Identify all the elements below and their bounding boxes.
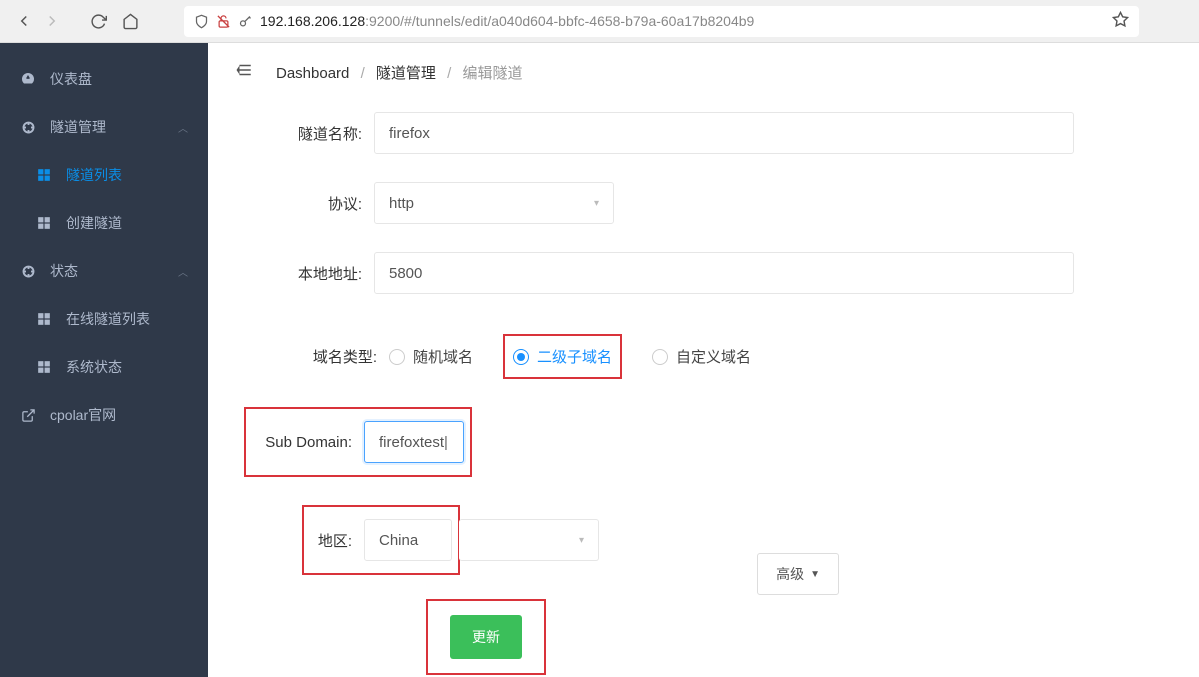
shield-icon bbox=[194, 14, 209, 29]
advanced-button[interactable]: 高级 ▼ bbox=[757, 553, 839, 595]
caret-down-icon: ▼ bbox=[810, 569, 820, 580]
chevron-up-icon: ︿ bbox=[178, 120, 188, 135]
back-button[interactable] bbox=[10, 7, 38, 35]
lock-slash-icon bbox=[216, 14, 231, 29]
update-button[interactable]: 更新 bbox=[450, 615, 522, 659]
region-value: China bbox=[364, 519, 452, 561]
grid-icon bbox=[36, 312, 52, 326]
radio-random[interactable]: 随机域名 bbox=[389, 346, 473, 367]
browser-chrome: 192.168.206.128:9200/#/tunnels/edit/a040… bbox=[0, 0, 1199, 43]
forward-button[interactable] bbox=[38, 7, 66, 35]
label-local-addr: 本地地址: bbox=[234, 263, 374, 284]
grid-icon bbox=[36, 216, 52, 230]
label-region: 地区: bbox=[310, 530, 364, 551]
menu-toggle-icon[interactable] bbox=[234, 61, 254, 84]
external-link-icon bbox=[20, 408, 36, 423]
sidebar-item-label: 状态 bbox=[50, 261, 78, 281]
sidebar-cpolar-link[interactable]: cpolar官网 bbox=[0, 391, 208, 439]
sidebar-item-label: 创建隧道 bbox=[66, 213, 122, 233]
radio-subdomain[interactable]: 二级子域名 bbox=[513, 346, 612, 367]
sidebar-tunnel-mgmt[interactable]: 隧道管理 ︿ bbox=[0, 103, 208, 151]
domain-type-radio-group: 随机域名 二级子域名 自定义域名 bbox=[389, 334, 751, 379]
sidebar-sys-status[interactable]: 系统状态 bbox=[0, 343, 208, 391]
protocol-value: http bbox=[389, 195, 414, 212]
circle-icon bbox=[20, 264, 36, 279]
chevron-up-icon: ︿ bbox=[178, 264, 188, 279]
grid-icon bbox=[36, 360, 52, 374]
bookmark-star-icon[interactable] bbox=[1112, 11, 1129, 31]
sidebar-online-list[interactable]: 在线隧道列表 bbox=[0, 295, 208, 343]
protocol-select[interactable]: http ▾ bbox=[374, 182, 614, 224]
crumb-dashboard[interactable]: Dashboard bbox=[276, 65, 349, 82]
sidebar-item-label: 仪表盘 bbox=[50, 69, 92, 89]
radio-custom[interactable]: 自定义域名 bbox=[652, 346, 751, 367]
grid-icon bbox=[36, 168, 52, 182]
local-addr-input[interactable] bbox=[374, 252, 1074, 294]
url-bar[interactable]: 192.168.206.128:9200/#/tunnels/edit/a040… bbox=[184, 6, 1139, 37]
gauge-icon bbox=[20, 71, 36, 87]
sidebar-dashboard[interactable]: 仪表盘 bbox=[0, 55, 208, 103]
url-text: 192.168.206.128:9200/#/tunnels/edit/a040… bbox=[260, 13, 754, 29]
key-icon bbox=[238, 14, 253, 29]
sidebar-item-label: 在线隧道列表 bbox=[66, 309, 150, 329]
sidebar-status[interactable]: 状态 ︿ bbox=[0, 247, 208, 295]
subdomain-input[interactable]: firefoxtest bbox=[364, 421, 464, 463]
region-select[interactable]: ▾ bbox=[459, 519, 599, 561]
tunnel-name-input[interactable] bbox=[374, 112, 1074, 154]
sidebar-tunnel-list[interactable]: 隧道列表 bbox=[0, 151, 208, 199]
sidebar-item-label: 隧道管理 bbox=[50, 117, 106, 137]
sidebar: 仪表盘 隧道管理 ︿ 隧道列表 创建隧道 状态 ︿ 在线隧道列表 系统状态 bbox=[0, 43, 208, 677]
crumb-tunnel-mgmt[interactable]: 隧道管理 bbox=[376, 65, 436, 82]
chevron-down-icon: ▾ bbox=[594, 198, 599, 209]
label-domain-type: 域名类型: bbox=[234, 346, 389, 367]
sidebar-item-label: 隧道列表 bbox=[66, 165, 122, 185]
crumb-current: 编辑隧道 bbox=[462, 65, 522, 82]
label-protocol: 协议: bbox=[234, 193, 374, 214]
sidebar-tunnel-create[interactable]: 创建隧道 bbox=[0, 199, 208, 247]
breadcrumb: Dashboard / 隧道管理 / 编辑隧道 bbox=[276, 62, 522, 83]
reload-button[interactable] bbox=[84, 7, 112, 35]
sidebar-item-label: cpolar官网 bbox=[50, 405, 116, 425]
chevron-down-icon: ▾ bbox=[579, 535, 584, 546]
label-tunnel-name: 隧道名称: bbox=[234, 123, 374, 144]
main-content: Dashboard / 隧道管理 / 编辑隧道 隧道名称: 协议: http ▾… bbox=[208, 43, 1199, 677]
topbar: Dashboard / 隧道管理 / 编辑隧道 bbox=[234, 61, 1173, 84]
sidebar-item-label: 系统状态 bbox=[66, 357, 122, 377]
circle-icon bbox=[20, 120, 36, 135]
home-button[interactable] bbox=[116, 7, 144, 35]
label-subdomain: Sub Domain: bbox=[252, 434, 364, 451]
